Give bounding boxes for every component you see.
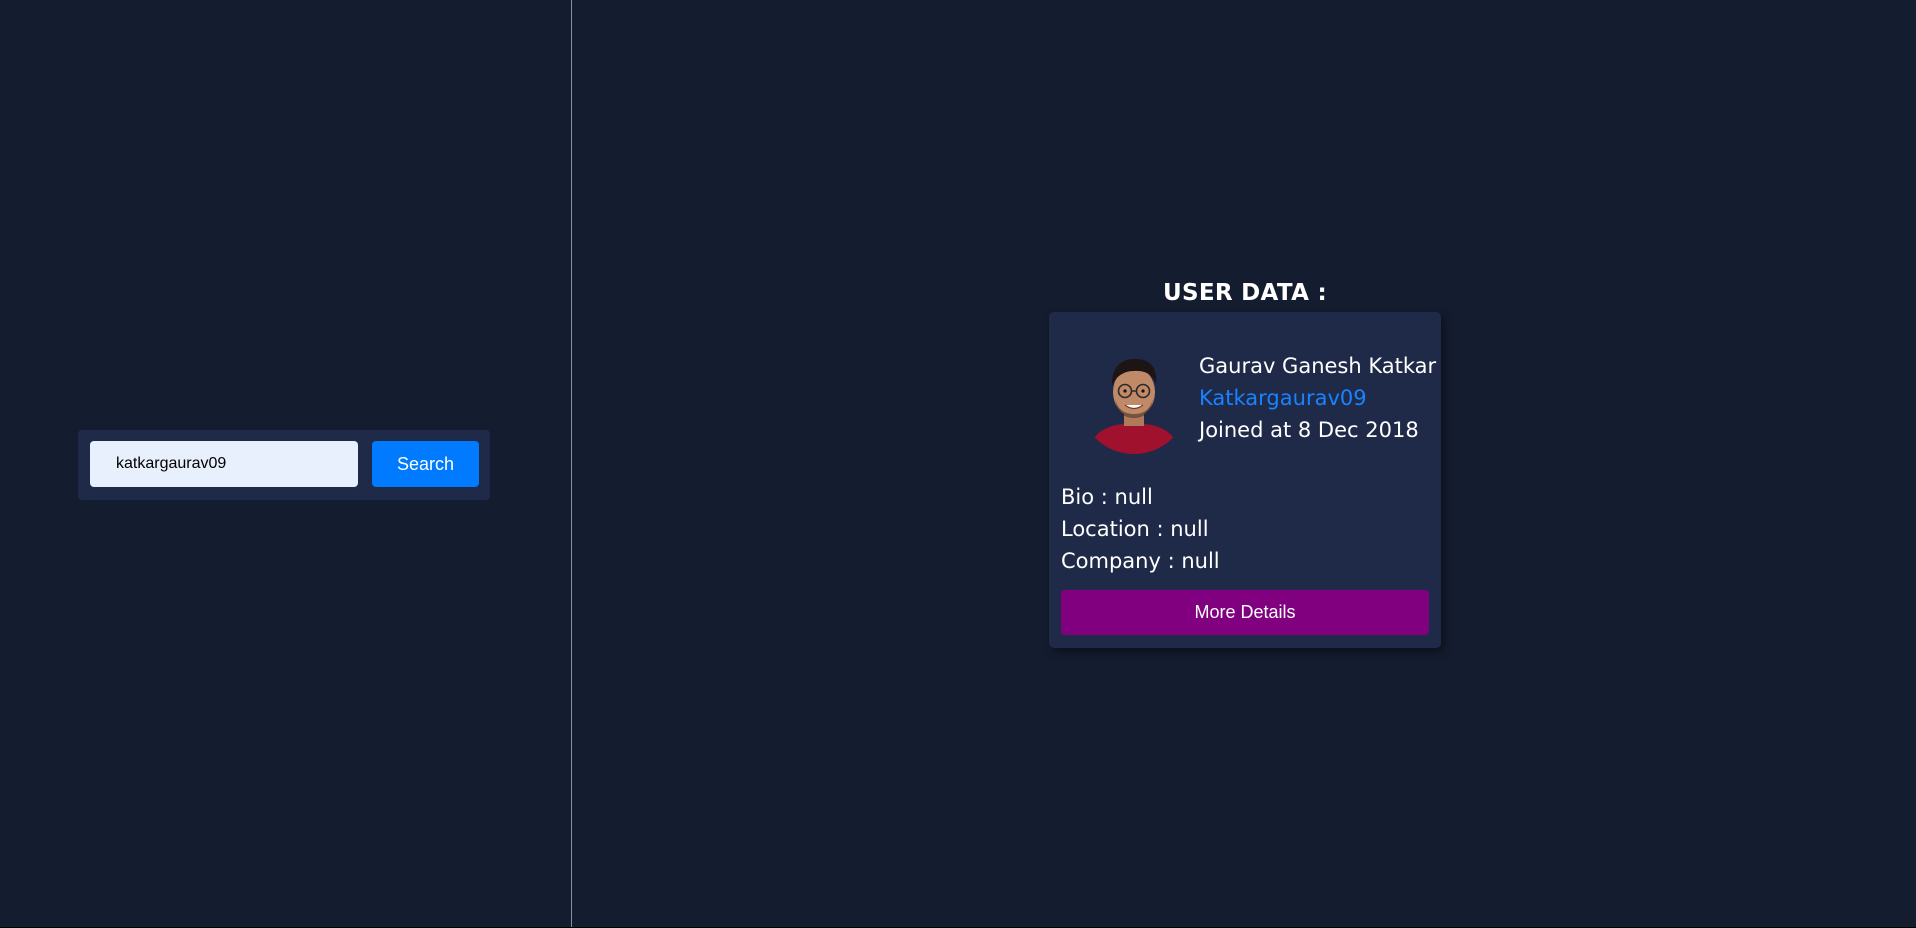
user-company: Company : null — [1061, 549, 1220, 573]
avatar — [1079, 344, 1189, 454]
user-details: Bio : null Location : null Company : nul… — [1061, 481, 1220, 577]
search-button[interactable]: Search — [372, 441, 479, 487]
avatar-photo-icon — [1079, 344, 1189, 454]
user-joined-date: Joined at 8 Dec 2018 — [1199, 418, 1419, 442]
user-bio: Bio : null — [1061, 485, 1153, 509]
user-data-heading: USER DATA : — [1163, 280, 1327, 306]
more-details-button[interactable]: More Details — [1061, 590, 1429, 635]
search-input[interactable] — [90, 441, 358, 487]
user-card: Gaurav Ganesh Katkar Katkargaurav09 Join… — [1049, 312, 1441, 648]
user-name: Gaurav Ganesh Katkar — [1199, 354, 1437, 378]
search-panel: Search — [0, 0, 572, 927]
search-form: Search — [78, 430, 490, 500]
user-info: Gaurav Ganesh Katkar Katkargaurav09 Join… — [1199, 350, 1436, 446]
user-profile-link[interactable]: Katkargaurav09 — [1199, 382, 1436, 414]
user-location: Location : null — [1061, 517, 1209, 541]
